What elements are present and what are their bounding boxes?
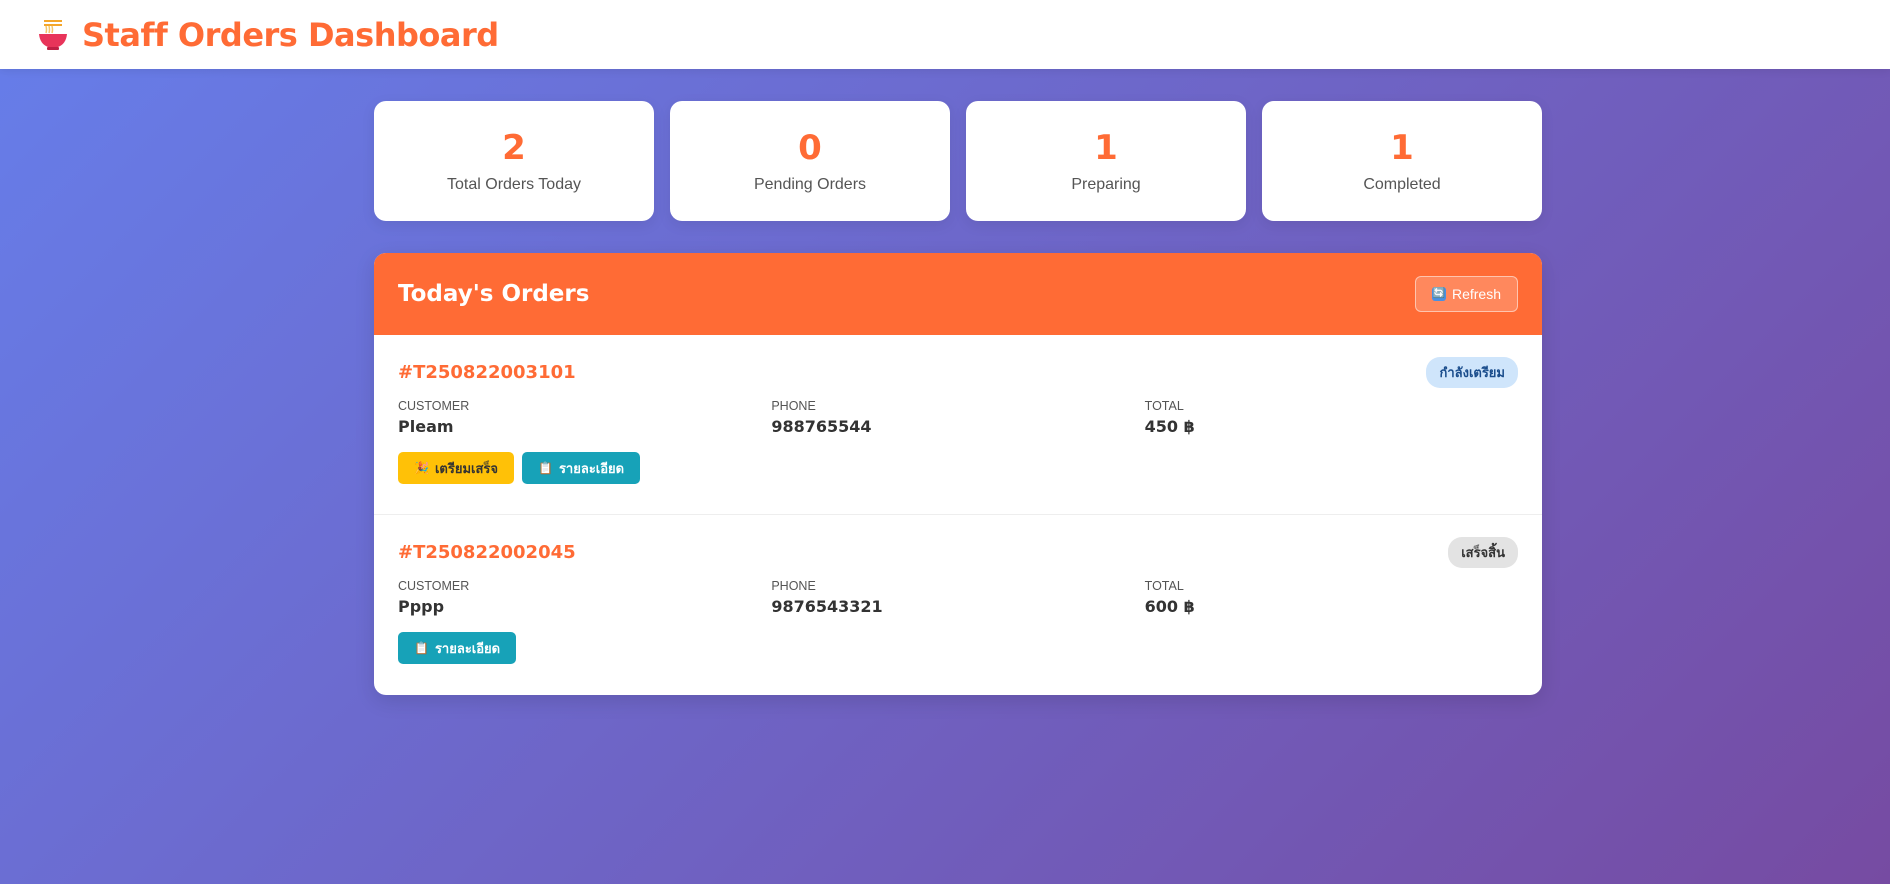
status-badge: เสร็จสิ้น [1448, 536, 1518, 568]
customer-field: CUSTOMER Pppp [398, 579, 771, 616]
refresh-icon: 🔄 [1431, 287, 1446, 301]
stat-label: Preparing [1071, 176, 1141, 193]
phone-value: 988765544 [771, 417, 872, 436]
orders-panel: Today's Orders 🔄 Refresh #T250822003101 … [374, 253, 1542, 695]
stat-card-pending-orders: 0 Pending Orders [670, 101, 950, 221]
stat-label: Total Orders Today [447, 176, 581, 193]
page-title: Staff Orders Dashboard [82, 15, 499, 54]
order-details-button[interactable]: 📋 รายละเอียด [398, 632, 517, 664]
order-details-label: รายละเอียด [434, 641, 501, 657]
party-popper-icon: 🎉 [414, 461, 429, 475]
total-value: 600 ฿ [1144, 597, 1195, 616]
order-item: #T250822002045 เสร็จสิ้น CUSTOMER Pppp P… [374, 515, 1542, 694]
stat-value: 2 [502, 128, 526, 168]
noodle-bowl-icon [39, 19, 67, 50]
customer-label: CUSTOMER [398, 399, 470, 413]
stat-card-completed: 1 Completed [1262, 101, 1542, 221]
top-bar: Staff Orders Dashboard [0, 0, 1890, 69]
total-value: 450 ฿ [1144, 417, 1195, 436]
customer-value: Pppp [398, 597, 445, 616]
mark-ready-label: เตรียมเสร็จ [434, 461, 498, 477]
orders-panel-header: Today's Orders 🔄 Refresh [374, 253, 1542, 335]
stat-value: 1 [1094, 128, 1118, 168]
order-item: #T250822003101 กำลังเตรียม CUSTOMER Plea… [374, 335, 1542, 515]
stat-card-preparing: 1 Preparing [966, 101, 1246, 221]
stat-label: Completed [1363, 176, 1441, 193]
stat-card-total-orders: 2 Total Orders Today [374, 101, 654, 221]
order-details-label: รายละเอียด [558, 461, 625, 477]
customer-value: Pleam [398, 417, 454, 436]
total-field: TOTAL 450 ฿ [1145, 399, 1518, 436]
phone-field: PHONE 9876543321 [771, 579, 1144, 616]
refresh-label: Refresh [1451, 286, 1501, 302]
mark-ready-button[interactable]: 🎉 เตรียมเสร็จ [398, 452, 514, 484]
stat-value: 0 [798, 128, 822, 168]
phone-label: PHONE [771, 399, 816, 413]
order-id: #T250822003101 [398, 361, 576, 383]
total-label: TOTAL [1144, 399, 1184, 413]
total-label: TOTAL [1144, 579, 1184, 593]
total-field: TOTAL 600 ฿ [1145, 579, 1518, 616]
stat-value: 1 [1390, 128, 1414, 168]
order-details-button[interactable]: 📋 รายละเอียด [522, 452, 641, 484]
orders-panel-title: Today's Orders [398, 281, 590, 307]
status-badge: กำลังเตรียม [1426, 356, 1518, 388]
customer-label: CUSTOMER [398, 579, 470, 593]
customer-field: CUSTOMER Pleam [398, 399, 771, 436]
clipboard-icon: 📋 [414, 641, 429, 655]
stats-row: 2 Total Orders Today 0 Pending Orders 1 … [374, 101, 1542, 221]
phone-field: PHONE 988765544 [771, 399, 1144, 436]
clipboard-icon: 📋 [538, 461, 553, 475]
refresh-button[interactable]: 🔄 Refresh [1414, 276, 1518, 312]
stat-label: Pending Orders [753, 176, 867, 193]
order-id: #T250822002045 [398, 541, 576, 563]
phone-value: 9876543321 [771, 597, 883, 616]
phone-label: PHONE [771, 579, 816, 593]
